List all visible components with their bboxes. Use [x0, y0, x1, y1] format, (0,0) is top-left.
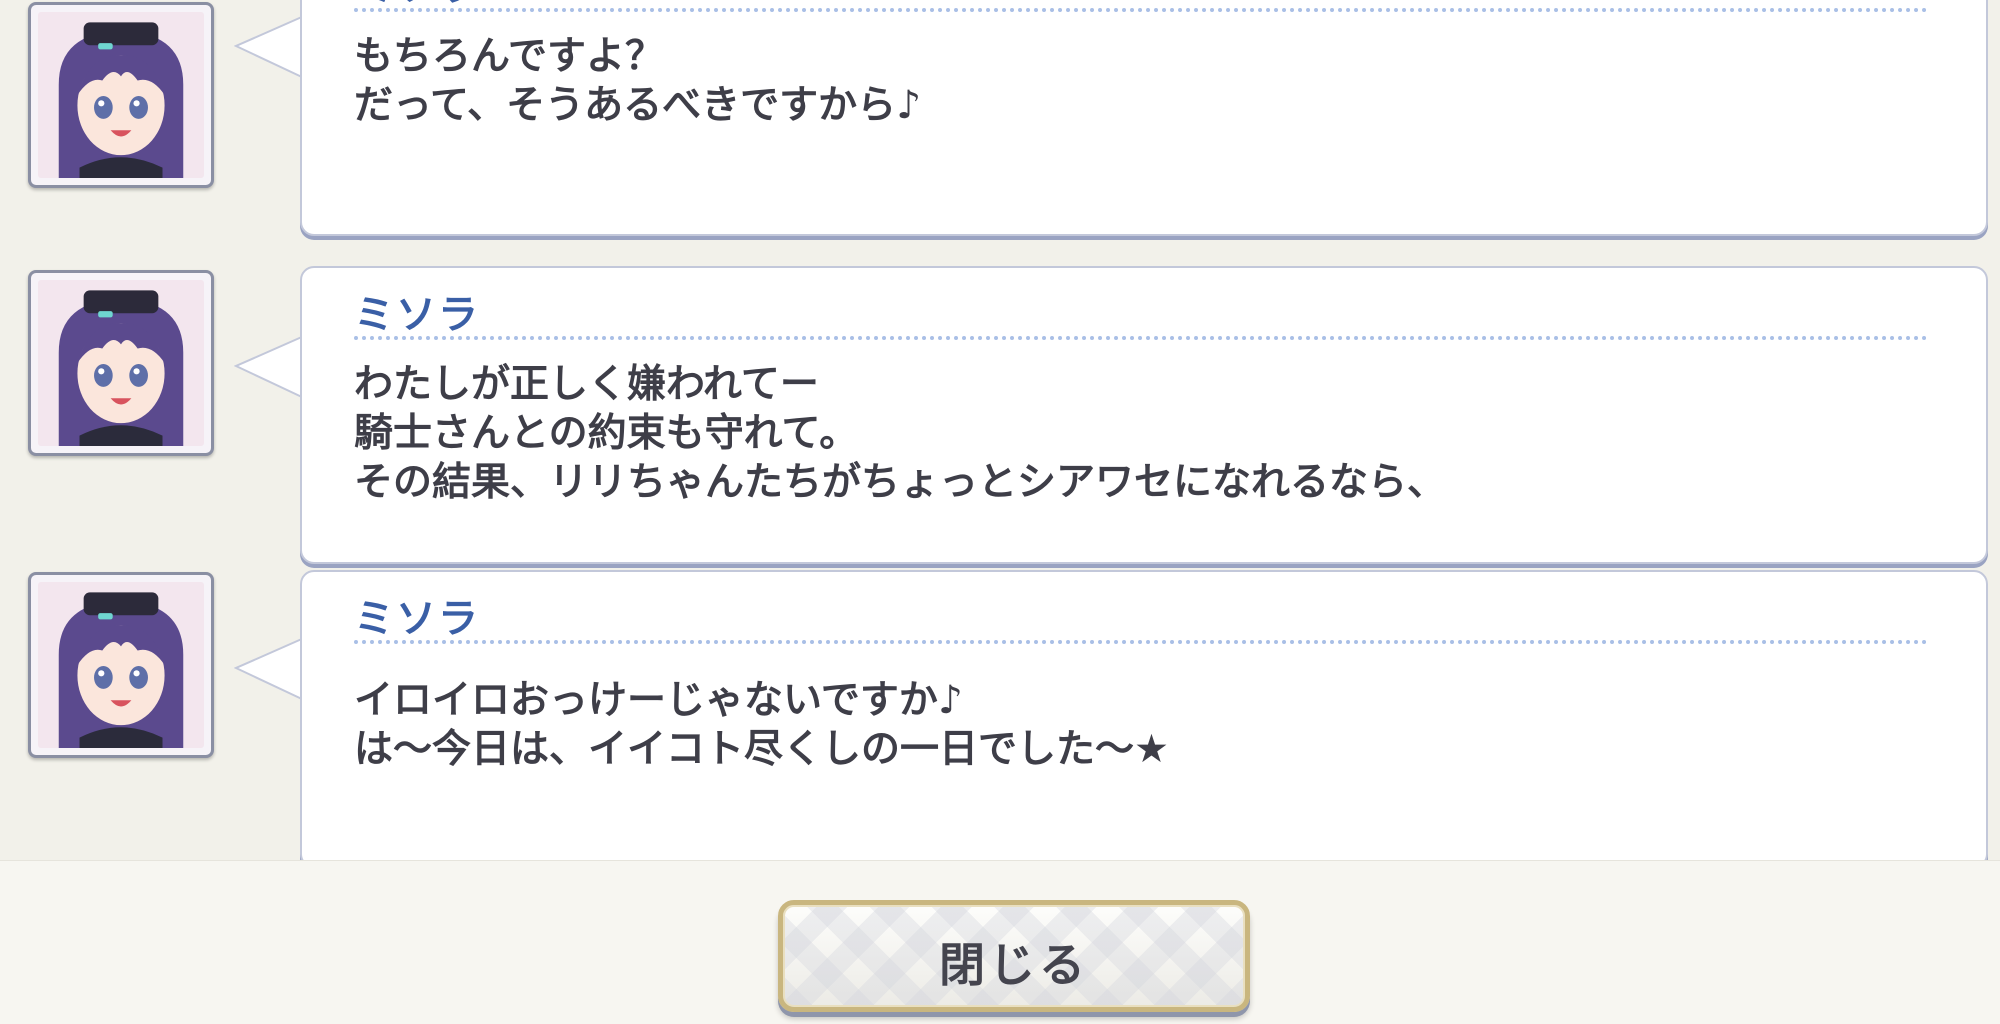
speech-tail-icon — [234, 15, 306, 79]
dialogue-line: 騎士さんとの約束も守れて。 — [354, 411, 859, 456]
character-portrait — [28, 270, 214, 456]
dialogue-line: だって、そうあるべきですから♪ — [354, 83, 921, 128]
dialogue-line: は～今日は、イイコト尽くしの一日でした～★ — [354, 727, 1169, 772]
log-entry: ミソラ もちろんですよ？ だって、そうあるべきですから♪ — [0, 0, 2000, 238]
speech-tail-icon — [234, 637, 306, 701]
close-button[interactable]: 閉じる — [778, 900, 1250, 1012]
speaker-name: ミソラ — [354, 596, 480, 642]
character-portrait — [28, 2, 214, 188]
dialogue-line: イロイロおっけーじゃないですか♪ — [354, 678, 963, 723]
dialogue-log-screen: ミソラ もちろんですよ？ だって、そうあるべきですから♪ — [0, 0, 2000, 1024]
dialogue-line: わたしが正しく嫌われてー — [354, 362, 819, 407]
dialogue-text: わたしが正しく嫌われてー 騎士さんとの約束も守れて。 その結果、リリちゃんたちが… — [354, 360, 1946, 507]
dialogue-line: もちろんですよ？ — [354, 34, 665, 79]
speaker-divider — [354, 640, 1928, 644]
dialogue-line: その結果、リリちゃんたちがちょっとシアワセになれるなら、 — [354, 460, 1447, 505]
speaker-divider — [354, 336, 1928, 340]
dialogue-bubble: ミソラ わたしが正しく嫌われてー 騎士さんとの約束も守れて。 その結果、リリちゃ… — [300, 266, 1988, 564]
close-button-label: 閉じる — [939, 938, 1089, 992]
misora-portrait-icon — [38, 12, 204, 178]
misora-portrait-icon — [38, 280, 204, 446]
misora-portrait-icon — [38, 582, 204, 748]
speech-tail-icon — [234, 335, 306, 399]
dialogue-log-list[interactable]: ミソラ もちろんですよ？ だって、そうあるべきですから♪ — [0, 0, 2000, 861]
speaker-divider — [354, 8, 1928, 12]
speaker-name: ミソラ — [354, 292, 480, 338]
log-entry: ミソラ イロイロおっけーじゃないですか♪ は～今日は、イイコト尽くしの一日でした… — [0, 570, 2000, 860]
character-portrait — [28, 572, 214, 758]
dialogue-text: もちろんですよ？ だって、そうあるべきですから♪ — [354, 32, 1946, 130]
dialogue-bubble: ミソラ もちろんですよ？ だって、そうあるべきですから♪ — [300, 0, 1988, 236]
dialogue-bubble: ミソラ イロイロおっけーじゃないですか♪ は～今日は、イイコト尽くしの一日でした… — [300, 570, 1988, 860]
dialogue-text: イロイロおっけーじゃないですか♪ は～今日は、イイコト尽くしの一日でした～★ — [354, 676, 1946, 774]
log-entry: ミソラ わたしが正しく嫌われてー 騎士さんとの約束も守れて。 その結果、リリちゃ… — [0, 266, 2000, 566]
